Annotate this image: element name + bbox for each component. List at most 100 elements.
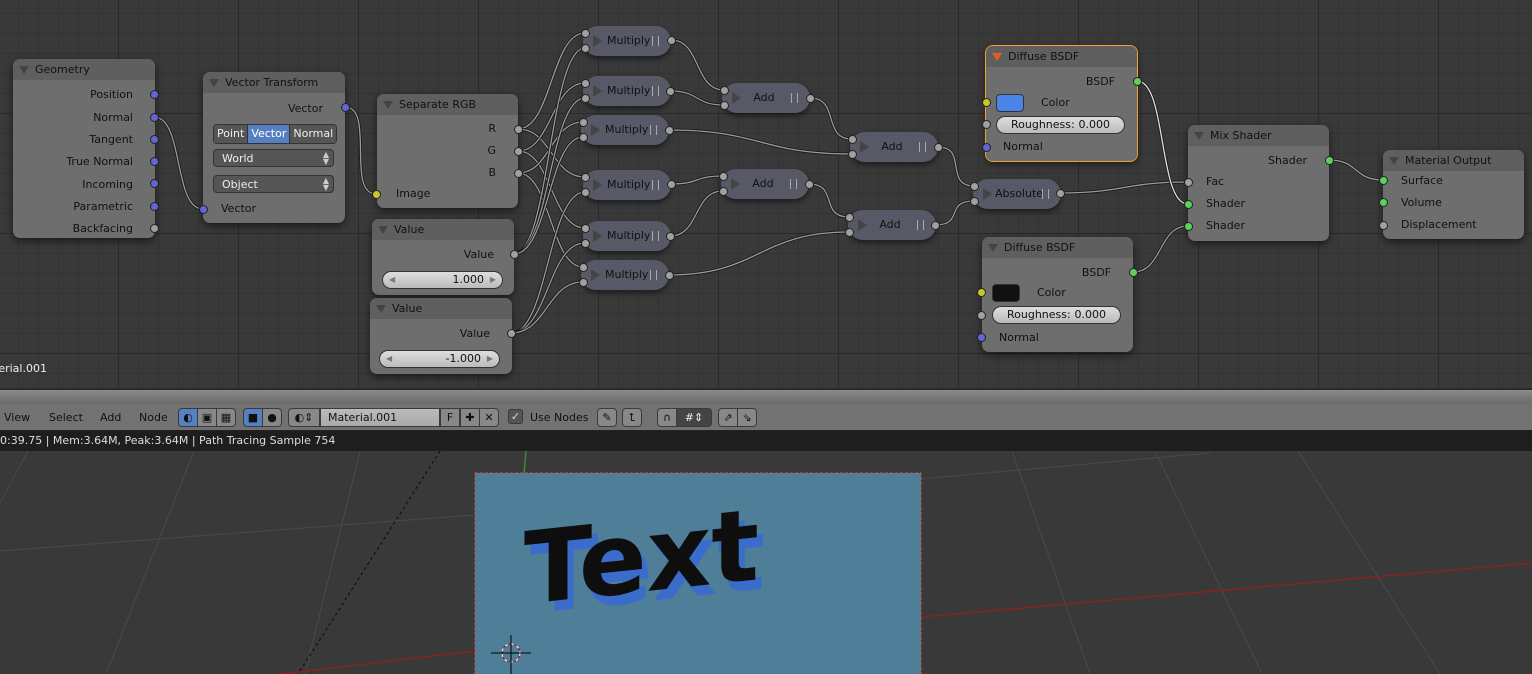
- object-shader-icon[interactable]: ■: [243, 408, 263, 427]
- world-shader-icon[interactable]: ●: [262, 408, 282, 427]
- material-output-node[interactable]: Material Output Surface Volume Displacem…: [1383, 150, 1524, 239]
- node-link[interactable]: [517, 128, 586, 178]
- collapse-icon[interactable]: [992, 53, 1002, 61]
- socket-m5o[interactable]: [665, 231, 675, 241]
- node-link[interactable]: [668, 129, 853, 155]
- node-link[interactable]: [1136, 80, 1189, 205]
- socket-absb[interactable]: [969, 196, 979, 206]
- node-header[interactable]: Geometry: [13, 59, 155, 80]
- add-node-3[interactable]: Add: [721, 169, 809, 199]
- node-link[interactable]: [1132, 225, 1189, 273]
- multiply-node-5[interactable]: Multiply: [583, 221, 671, 251]
- node-header[interactable]: Value: [370, 298, 512, 319]
- roughness-field[interactable]: Roughness: 0.000: [996, 116, 1125, 134]
- node-link[interactable]: [1059, 181, 1189, 194]
- socket-geo-par[interactable]: [149, 201, 159, 211]
- color-swatch[interactable]: [996, 94, 1024, 112]
- 3d-viewport[interactable]: Text Text: [0, 451, 1532, 674]
- socket-m2b[interactable]: [580, 93, 590, 103]
- node-link[interactable]: [937, 146, 975, 187]
- socket-a2a[interactable]: [847, 134, 857, 144]
- node-link[interactable]: [344, 106, 377, 195]
- socket-m4a[interactable]: [580, 172, 590, 182]
- socket-a3o[interactable]: [804, 179, 814, 189]
- expand-icon[interactable]: [858, 219, 867, 231]
- socket-mixf[interactable]: [1183, 177, 1193, 187]
- collapse-icon[interactable]: [1389, 157, 1399, 165]
- socket-d1n[interactable]: [981, 142, 991, 152]
- collapse-icon[interactable]: [1194, 132, 1204, 140]
- decrement-icon[interactable]: ◀: [389, 272, 395, 288]
- socket-mixo[interactable]: [1324, 155, 1334, 165]
- diffuse-bsdf-node-1[interactable]: Diffuse BSDF BSDF Color Roughness: 0.000 …: [985, 45, 1138, 162]
- socket-d1r[interactable]: [981, 119, 991, 129]
- collapse-icon[interactable]: [376, 305, 386, 313]
- multiply-node-2[interactable]: Multiply: [583, 76, 671, 106]
- socket-m1b[interactable]: [580, 43, 590, 53]
- socket-m4o[interactable]: [666, 179, 676, 189]
- texture-nodes-icon[interactable]: ▦: [216, 408, 236, 427]
- socket-m6b[interactable]: [578, 277, 588, 287]
- socket-geo-tan[interactable]: [149, 134, 159, 144]
- socket-a4b[interactable]: [844, 227, 854, 237]
- socket-d2o[interactable]: [1128, 267, 1138, 277]
- socket-d2r[interactable]: [976, 310, 986, 320]
- node-link[interactable]: [510, 191, 586, 334]
- socket-d1c[interactable]: [981, 97, 991, 107]
- socket-geo-inc[interactable]: [149, 178, 159, 188]
- geometry-node[interactable]: Geometry Position Normal Tangent True No…: [13, 59, 155, 238]
- socket-d2c[interactable]: [976, 287, 986, 297]
- copy-nodes-icon[interactable]: ⇗: [718, 408, 738, 427]
- node-link[interactable]: [513, 47, 586, 255]
- unlink-material-icon[interactable]: ✕: [479, 408, 499, 427]
- node-link[interactable]: [517, 82, 586, 152]
- node-link[interactable]: [517, 172, 584, 268]
- node-link[interactable]: [670, 39, 725, 91]
- node-link[interactable]: [669, 190, 724, 237]
- multiply-node-4[interactable]: Multiply: [583, 170, 671, 200]
- socket-geo-tn[interactable]: [149, 156, 159, 166]
- socket-d1o[interactable]: [1132, 76, 1142, 86]
- collapse-icon[interactable]: [378, 226, 388, 234]
- vector-transform-node[interactable]: Vector Transform Vector Point Vector Nor…: [203, 72, 345, 223]
- node-header[interactable]: Diffuse BSDF: [982, 237, 1133, 258]
- expand-icon[interactable]: [731, 178, 740, 190]
- separate-rgb-node[interactable]: Separate RGB R G B Image: [377, 94, 518, 208]
- socket-sep-b[interactable]: [513, 168, 523, 178]
- increment-icon[interactable]: ▶: [490, 272, 496, 288]
- type-point[interactable]: Point: [214, 125, 249, 143]
- pin-icon[interactable]: ✎: [597, 408, 617, 427]
- node-header[interactable]: Value: [372, 219, 514, 240]
- node-link[interactable]: [517, 150, 586, 229]
- socket-v2-out[interactable]: [506, 328, 516, 338]
- expand-icon[interactable]: [593, 179, 602, 191]
- expand-icon[interactable]: [591, 269, 600, 281]
- snap-element-icon[interactable]: #⇕: [676, 408, 712, 427]
- socket-d2n[interactable]: [976, 332, 986, 342]
- socket-mo-d[interactable]: [1378, 220, 1388, 230]
- node-header[interactable]: Diffuse BSDF: [986, 46, 1137, 67]
- node-header[interactable]: Separate RGB: [377, 94, 518, 115]
- menu-view[interactable]: View: [4, 404, 30, 432]
- socket-mixs1[interactable]: [1183, 199, 1193, 209]
- socket-a4a[interactable]: [844, 212, 854, 222]
- socket-m1a[interactable]: [580, 28, 590, 38]
- convert-from-dropdown[interactable]: World ▲ ▼: [213, 149, 334, 167]
- node-header[interactable]: Mix Shader: [1188, 125, 1329, 146]
- socket-m2o[interactable]: [665, 86, 675, 96]
- socket-vt-in[interactable]: [198, 204, 208, 214]
- socket-a1b[interactable]: [719, 100, 729, 110]
- node-link[interactable]: [153, 116, 204, 210]
- parent-node-tree-icon[interactable]: ⮤: [622, 408, 642, 427]
- value-field[interactable]: ◀ 1.000 ▶: [382, 271, 503, 289]
- node-editor[interactable]: Geometry Position Normal Tangent True No…: [0, 0, 1532, 388]
- socket-sep-g[interactable]: [513, 146, 523, 156]
- add-material-icon[interactable]: ✚: [460, 408, 480, 427]
- socket-a1a[interactable]: [719, 85, 729, 95]
- type-normal[interactable]: Normal: [290, 125, 337, 143]
- socket-geo-back[interactable]: [149, 223, 159, 233]
- snap-magnet-icon[interactable]: ∩: [657, 408, 677, 427]
- value-node-1[interactable]: Value Value ◀ 1.000 ▶: [372, 219, 514, 295]
- expand-icon[interactable]: [593, 230, 602, 242]
- socket-m3a[interactable]: [578, 117, 588, 127]
